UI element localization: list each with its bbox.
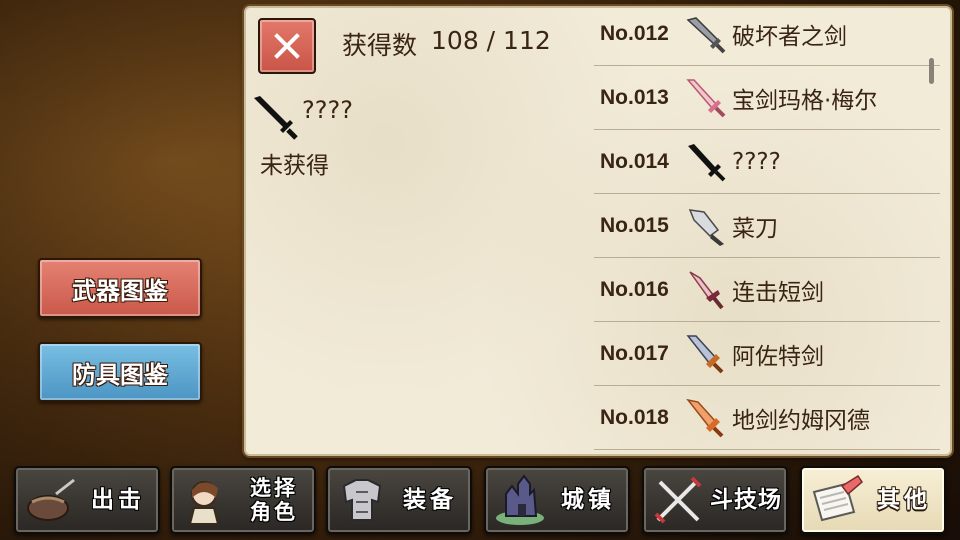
item-name: 阿佐特剑 [732, 343, 824, 370]
pot-icon [27, 478, 75, 521]
nav-other-button[interactable]: 其他 [800, 466, 946, 534]
list-item[interactable]: No.012 破坏者之剑 [594, 8, 940, 66]
catalog-panel: 获得数 108 / 112 ???? 未获得 No.012 破坏者之剑 No.0… [244, 6, 952, 456]
item-name: 连击短剑 [732, 279, 824, 306]
item-number: No.018 [600, 405, 669, 429]
bottom-navigation: 出击 选择 角色 装备 城镇 斗技场 其他 [0, 460, 960, 540]
nav-equipment-label: 装备 [403, 486, 457, 513]
weapon-list[interactable]: No.012 破坏者之剑 No.013 宝剑玛格·梅尔 No.014 ???? … [594, 8, 940, 450]
list-item[interactable]: No.015 菜刀 [594, 194, 940, 258]
item-number: No.014 [600, 149, 669, 173]
item-name: 宝剑玛格·梅尔 [732, 87, 878, 114]
scroll-icon [812, 474, 863, 522]
black-sword-icon [254, 96, 298, 140]
close-icon [274, 33, 300, 59]
list-item[interactable]: No.013 宝剑玛格·梅尔 [594, 66, 940, 130]
character-icon [188, 481, 220, 525]
combo-dagger-icon [689, 270, 724, 309]
nav-select-character-line1: 选择 [250, 475, 298, 500]
nav-town-button[interactable]: 城镇 [484, 466, 630, 534]
nav-select-character-button[interactable]: 选择 角色 [170, 466, 316, 534]
item-number: No.015 [600, 213, 669, 237]
item-name: 地剑约姆冈德 [732, 407, 870, 434]
black-sword-icon [688, 143, 726, 181]
nav-arena-label: 斗技场 [710, 486, 782, 513]
weapon-catalog-button[interactable]: 武器图鉴 [38, 258, 202, 318]
item-name: 破坏者之剑 [732, 23, 847, 50]
nav-select-character-line2: 角色 [250, 500, 298, 524]
nav-other-label: 其他 [877, 486, 931, 513]
breaker-sword-icon [686, 16, 726, 53]
nav-sortie-button[interactable]: 出击 [14, 466, 160, 534]
earth-sword-icon [686, 398, 724, 437]
nav-select-character-label: 选择 角色 [234, 476, 314, 524]
close-button[interactable] [258, 18, 316, 74]
game-screen: 武器图鉴 防具图鉴 获得数 108 / 112 ???? 未获得 No.012 [0, 0, 960, 540]
item-name: ???? [732, 148, 781, 175]
nav-sortie-label: 出击 [91, 486, 145, 513]
acquired-count-label: 获得数 [342, 31, 418, 60]
kitchen-knife-icon [688, 208, 724, 246]
list-item[interactable]: No.017 阿佐特剑 [594, 322, 940, 386]
pink-sword-icon [686, 78, 726, 117]
detail-status: 未获得 [260, 153, 329, 179]
item-number: No.016 [600, 277, 669, 301]
azoth-sword-icon [686, 334, 724, 373]
detail-weapon-name: ???? [302, 96, 353, 124]
armor-catalog-button[interactable]: 防具图鉴 [38, 342, 202, 402]
armor-icon [342, 479, 382, 521]
acquired-count: 获得数 108 / 112 [342, 26, 551, 62]
nav-equipment-button[interactable]: 装备 [326, 466, 472, 534]
acquired-count-value: 108 / 112 [431, 26, 551, 55]
list-item[interactable]: No.016 连击短剑 [594, 258, 940, 322]
item-name: 菜刀 [732, 215, 778, 242]
list-item[interactable]: No.014 ???? [594, 130, 940, 194]
nav-arena-button[interactable]: 斗技场 [642, 466, 788, 534]
nav-town-label: 城镇 [561, 486, 615, 513]
scrollbar[interactable] [929, 58, 934, 84]
crossed-swords-icon [654, 476, 702, 524]
list-item[interactable]: No.018 地剑约姆冈德 [594, 386, 940, 450]
item-number: No.012 [600, 21, 669, 45]
castle-icon [496, 474, 544, 525]
item-number: No.013 [600, 85, 669, 109]
item-number: No.017 [600, 341, 669, 365]
